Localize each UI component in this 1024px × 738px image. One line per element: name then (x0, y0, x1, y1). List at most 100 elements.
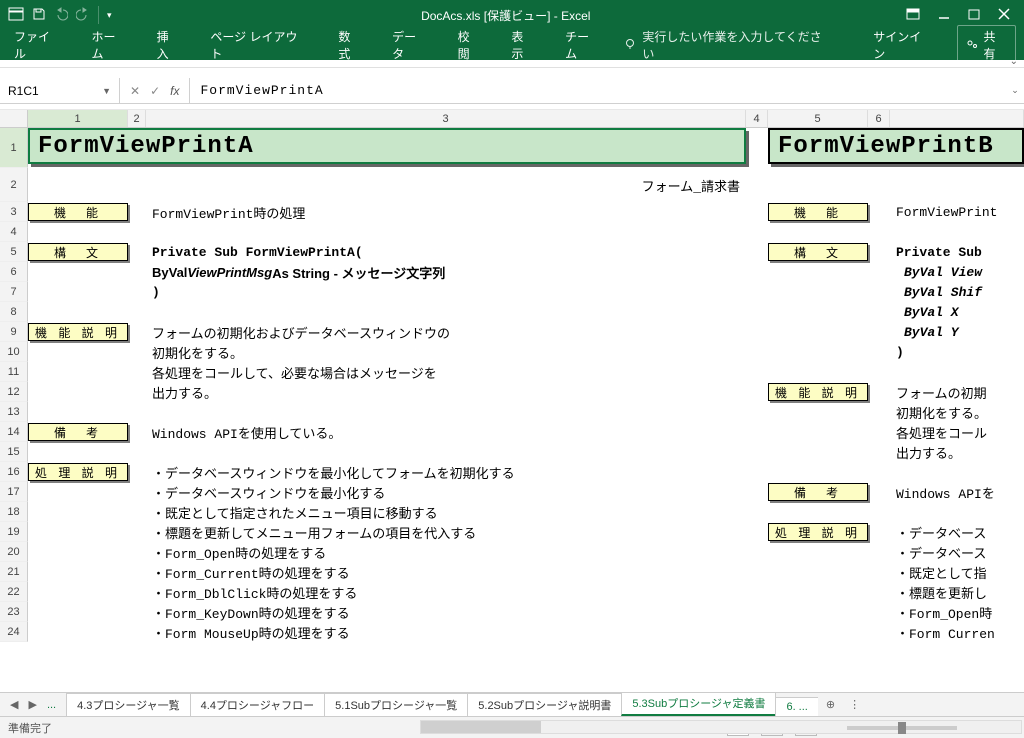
col-header[interactable]: 1 (28, 110, 128, 127)
label-kinou-b[interactable]: 機 能 (768, 203, 868, 221)
cancel-formula-icon[interactable]: ✕ (130, 84, 140, 98)
cell[interactable]: ・データベースウィンドウを最小化してフォームを初期化する (146, 462, 746, 482)
row-header[interactable]: 13 (0, 402, 28, 422)
cell[interactable]: ・Form_DblClick時の処理をする (146, 582, 746, 602)
cell[interactable]: ) (890, 342, 1024, 362)
label-kinou[interactable]: 機 能 (28, 203, 128, 221)
save-icon[interactable] (32, 7, 46, 24)
row-header[interactable]: 6 (0, 262, 28, 282)
cell[interactable]: ・データベース (890, 522, 1024, 542)
cell[interactable]: 出力する。 (890, 442, 1024, 462)
row-header[interactable]: 2 (0, 168, 28, 202)
row-header[interactable]: 4 (0, 222, 28, 242)
tell-me[interactable]: 実行したい作業を入力してください (624, 28, 831, 62)
col-header[interactable]: 3 (146, 110, 746, 127)
cell[interactable]: 出力する。 (146, 382, 746, 402)
cell[interactable]: ByVal Shif (890, 282, 1024, 302)
row-header[interactable]: 1 (0, 128, 28, 168)
cell[interactable]: ) (146, 282, 746, 302)
share-button[interactable]: 共有 (957, 25, 1017, 65)
cell[interactable]: FormViewPrint (890, 202, 1024, 222)
cell[interactable]: ByVal View (890, 262, 1024, 282)
sheet-nav-next-icon[interactable]: ▶ (28, 698, 36, 711)
cell[interactable]: 初期化をする。 (890, 402, 1024, 422)
row-header[interactable]: 24 (0, 622, 28, 642)
cell[interactable]: ・標題を更新してメニュー用フォームの項目を代入する (146, 522, 746, 542)
row-header[interactable]: 3 (0, 202, 28, 222)
cell[interactable]: ByVal X (890, 302, 1024, 322)
label-koubun[interactable]: 構 文 (28, 243, 128, 261)
cell[interactable]: ・データベース (890, 542, 1024, 562)
sheet-nav-prev-icon[interactable]: ◀ (10, 698, 18, 711)
cell[interactable]: Private Sub (890, 242, 1024, 262)
cell[interactable]: Windows APIを使用している。 (146, 422, 746, 442)
row-header[interactable]: 17 (0, 482, 28, 502)
label-bikou[interactable]: 備 考 (28, 423, 128, 441)
cell[interactable]: ・Form_Open時 (890, 602, 1024, 622)
cell[interactable]: フォームの初期化およびデータベースウィンドウの (146, 322, 746, 342)
sheet-menu-icon[interactable]: ⋮ (843, 698, 866, 711)
cells-area[interactable]: FormViewPrintA FormViewPrintB フォーム_請求書 機… (28, 128, 1024, 642)
row-header[interactable]: 7 (0, 282, 28, 302)
cell[interactable]: ・標題を更新し (890, 582, 1024, 602)
row-header[interactable]: 22 (0, 582, 28, 602)
ribbon-display-icon[interactable] (906, 8, 920, 23)
accept-formula-icon[interactable]: ✓ (150, 84, 160, 98)
cell[interactable]: ByVal ViewPrintMsg As String - メッセージ文字列 (146, 262, 746, 282)
name-box[interactable]: R1C1 ▼ (0, 78, 120, 103)
add-sheet-icon[interactable]: ⊕ (818, 698, 843, 711)
row-header[interactable]: 23 (0, 602, 28, 622)
qat-dropdown-icon[interactable]: ▾ (107, 10, 112, 21)
label-kinou-setsumei[interactable]: 機 能 説 明 (28, 323, 128, 341)
label-bikou-b[interactable]: 備 考 (768, 483, 868, 501)
formula-input[interactable]: FormViewPrintA (190, 83, 1006, 98)
formula-expand-icon[interactable]: ⌄ (1006, 85, 1024, 96)
sheet-tab[interactable]: 4.4プロシージャフロー (190, 693, 326, 716)
collapse-caret-icon[interactable]: ⌄ (1010, 56, 1018, 67)
row-header[interactable]: 12 (0, 382, 28, 402)
form-name[interactable]: フォーム_請求書 (146, 168, 746, 202)
row-header[interactable]: 21 (0, 562, 28, 582)
row-header[interactable]: 20 (0, 542, 28, 562)
minimize-icon[interactable] (938, 8, 950, 23)
col-header[interactable]: 5 (768, 110, 868, 127)
sheet-nav-ellipsis[interactable]: ... (47, 699, 56, 711)
row-header[interactable]: 11 (0, 362, 28, 382)
cell[interactable]: ・Form_KeyDown時の処理をする (146, 602, 746, 622)
sheet-tab[interactable]: 5.1Subプロシージャ一覧 (324, 693, 468, 716)
label-shori[interactable]: 処 理 説 明 (28, 463, 128, 481)
col-header[interactable] (890, 110, 1024, 127)
col-header[interactable]: 2 (128, 110, 146, 127)
cell[interactable]: ・Form MouseUp時の処理をする (146, 622, 746, 642)
row-header[interactable]: 8 (0, 302, 28, 322)
cell[interactable]: Windows APIを (890, 482, 1024, 502)
label-shori-b[interactable]: 処 理 説 明 (768, 523, 868, 541)
row-header[interactable]: 16 (0, 462, 28, 482)
sheet-tab-active[interactable]: 5.3Subプロシージャ定義書 (621, 693, 776, 716)
col-header[interactable]: 4 (746, 110, 768, 127)
cell[interactable]: ByVal Y (890, 322, 1024, 342)
close-icon[interactable] (998, 8, 1010, 23)
sheet-tab[interactable]: 5.2Subプロシージャ説明書 (467, 693, 622, 716)
cell[interactable]: ・既定として指定されたメニュー項目に移動する (146, 502, 746, 522)
select-all-corner[interactable] (0, 110, 28, 127)
col-header[interactable]: 6 (868, 110, 890, 127)
row-header[interactable]: 9 (0, 322, 28, 342)
cell[interactable]: ・Form Curren (890, 622, 1024, 642)
maximize-icon[interactable] (968, 8, 980, 23)
cell[interactable]: ・データベースウィンドウを最小化する (146, 482, 746, 502)
cell[interactable]: Private Sub FormViewPrintA( (146, 242, 746, 262)
title-cell-b[interactable]: FormViewPrintB (768, 128, 1024, 164)
row-header[interactable]: 18 (0, 502, 28, 522)
cell[interactable]: フォームの初期 (890, 382, 1024, 402)
cell[interactable]: 初期化をする。 (146, 342, 746, 362)
fx-icon[interactable]: fx (170, 84, 179, 98)
cell[interactable]: ・既定として指 (890, 562, 1024, 582)
row-header[interactable]: 19 (0, 522, 28, 542)
cell[interactable]: ・Form_Open時の処理をする (146, 542, 746, 562)
row-header[interactable]: 14 (0, 422, 28, 442)
undo-icon[interactable] (54, 7, 68, 24)
row-header[interactable]: 15 (0, 442, 28, 462)
cell[interactable]: 各処理をコールして、必要な場合はメッセージを (146, 362, 746, 382)
row-header[interactable]: 5 (0, 242, 28, 262)
